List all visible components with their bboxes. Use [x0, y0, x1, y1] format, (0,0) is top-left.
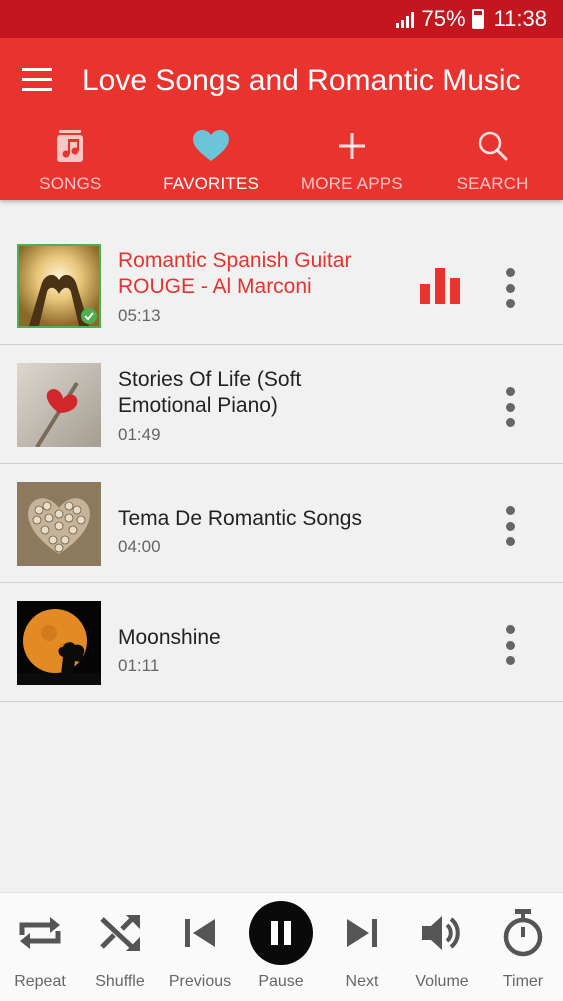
timer-button[interactable]: Timer	[483, 893, 563, 1001]
album-art	[17, 244, 101, 328]
previous-icon	[185, 919, 215, 947]
timer-icon	[503, 909, 543, 957]
signal-icon	[395, 12, 414, 28]
next-button[interactable]: Next	[322, 893, 402, 1001]
more-options-icon[interactable]	[502, 506, 518, 546]
heart-icon	[193, 130, 230, 161]
pause-label: Pause	[258, 973, 304, 990]
menu-icon[interactable]	[22, 68, 54, 94]
battery-percent: 75%	[421, 6, 466, 31]
repeat-icon	[19, 917, 61, 949]
more-options-icon[interactable]	[502, 387, 518, 427]
song-title: Moonshine	[118, 626, 221, 649]
timer-label: Timer	[502, 973, 544, 990]
shuffle-button[interactable]: Shuffle	[80, 893, 160, 1001]
song-list: Romantic Spanish Guitar ROUGE - Al Marco…	[0, 226, 563, 702]
song-row[interactable]: Moonshine 01:11	[0, 583, 563, 702]
player-controls: Repeat Shuffle Previous Pause Next Volum…	[0, 892, 563, 1001]
tab-favorites[interactable]: FAVORITES	[141, 126, 282, 200]
more-options-icon[interactable]	[502, 268, 518, 308]
tab-more-apps[interactable]: MORE APPS	[282, 126, 423, 200]
album-art	[17, 482, 101, 566]
shuffle-icon	[100, 915, 140, 951]
tab-favorites-label: FAVORITES	[163, 174, 260, 193]
album-art	[17, 363, 101, 447]
volume-label: Volume	[415, 973, 469, 990]
pause-icon	[249, 901, 313, 965]
tab-search[interactable]: SEARCH	[422, 126, 563, 200]
tab-songs[interactable]: SONGS	[0, 126, 141, 200]
song-row[interactable]: Tema De Romantic Songs 04:00	[0, 464, 563, 583]
song-duration: 05:13	[118, 306, 161, 325]
tab-more-apps-label: MORE APPS	[300, 174, 403, 193]
app-title: Love Songs and Romantic Music	[82, 64, 521, 97]
tab-bar: SONGS FAVORITES MORE APPS SEARCH	[0, 126, 563, 200]
pause-button[interactable]: Pause	[241, 893, 321, 1001]
tab-songs-label: SONGS	[39, 174, 102, 193]
music-file-icon	[57, 130, 84, 162]
plus-icon	[338, 133, 365, 159]
status-bar: 75% 11:38	[0, 0, 563, 38]
search-icon	[478, 131, 508, 161]
next-label: Next	[345, 973, 379, 990]
volume-icon	[422, 916, 460, 950]
volume-button[interactable]: Volume	[402, 893, 482, 1001]
song-duration: 04:00	[118, 537, 161, 556]
previous-label: Previous	[168, 973, 232, 990]
shuffle-label: Shuffle	[95, 973, 145, 990]
song-title: Tema De Romantic Songs	[118, 507, 362, 530]
more-options-icon[interactable]	[502, 625, 518, 665]
clock: 11:38	[493, 6, 547, 31]
repeat-button[interactable]: Repeat	[0, 893, 80, 1001]
song-row[interactable]: Stories Of Life (Soft Emotional Piano) 0…	[0, 345, 563, 464]
song-duration: 01:49	[118, 425, 161, 444]
song-title: Romantic Spanish Guitar ROUGE - Al Marco…	[118, 249, 352, 298]
app-bar: Love Songs and Romantic Music SONGS FAVO…	[0, 38, 563, 200]
equalizer-icon	[420, 268, 460, 304]
song-row[interactable]: Romantic Spanish Guitar ROUGE - Al Marco…	[0, 226, 563, 345]
tab-search-label: SEARCH	[456, 174, 529, 193]
repeat-label: Repeat	[14, 973, 66, 990]
song-duration: 01:11	[118, 656, 160, 675]
previous-button[interactable]: Previous	[160, 893, 240, 1001]
battery-icon	[471, 9, 484, 29]
song-title: Stories Of Life (Soft Emotional Piano)	[118, 368, 302, 417]
next-icon	[347, 919, 377, 947]
album-art	[17, 601, 101, 685]
